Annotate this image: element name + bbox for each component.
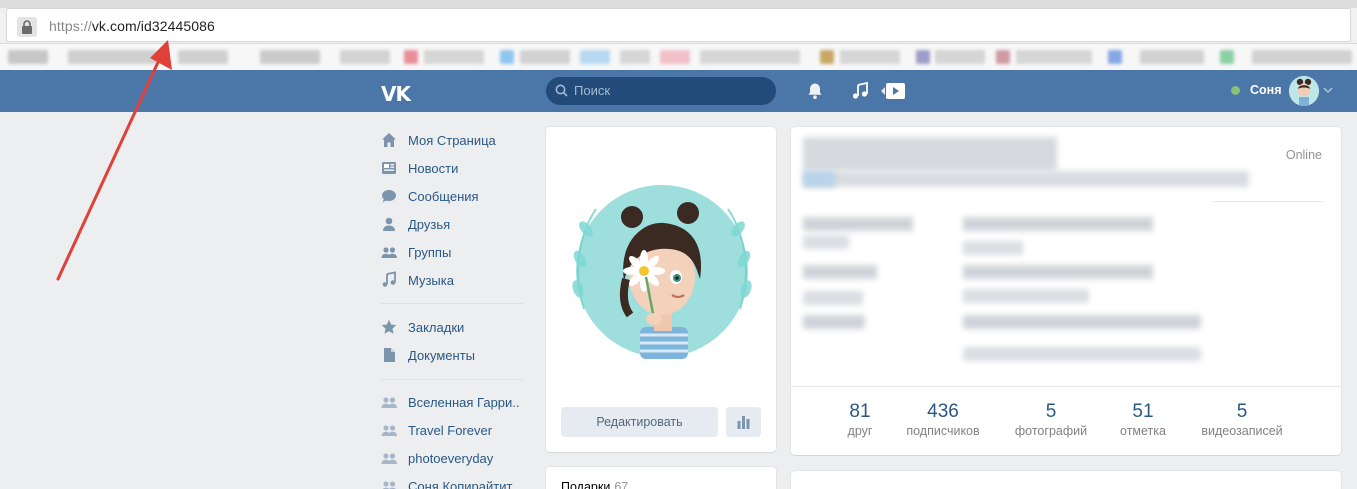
sidebar-item-my-page[interactable]: Моя Страница (380, 128, 530, 152)
counter-tags[interactable]: 51 отметка (1088, 401, 1198, 438)
wall-card (791, 471, 1341, 489)
online-indicator (1231, 86, 1240, 95)
home-icon (382, 133, 396, 147)
sidebar-item-label: Документы (408, 347, 476, 363)
messages-icon (382, 190, 396, 203)
blurred-info (963, 241, 1023, 255)
document-icon (384, 348, 395, 362)
stats-button[interactable] (726, 407, 761, 437)
music-icon (382, 271, 396, 287)
blurred-info (963, 217, 1153, 231)
gifts-header[interactable]: Подарки 67 (561, 480, 628, 489)
news-icon (382, 162, 396, 174)
friends-icon (383, 217, 395, 231)
browser-toolbar: https://vk.com/id32445086 (0, 0, 1357, 44)
blurred-status (803, 171, 1249, 187)
counter-videos[interactable]: 5 видеозаписей (1187, 401, 1297, 438)
counter-label: отметка (1120, 424, 1166, 438)
address-bar[interactable]: https://vk.com/id32445086 (6, 8, 1351, 42)
bookmarks-bar (0, 44, 1357, 70)
sidebar-item-music[interactable]: Музыка (380, 268, 530, 292)
sidebar-item-group-copywriter[interactable]: Соня Копирайтит (380, 474, 530, 489)
music-note-icon[interactable] (850, 81, 870, 101)
gifts-count: 67 (614, 480, 629, 489)
url-text[interactable]: https://vk.com/id32445086 (49, 18, 215, 34)
sidebar-item-group-travel[interactable]: Travel Forever (380, 418, 530, 442)
sidebar-item-group-harry[interactable]: Вселенная Гарри.. (380, 390, 530, 414)
counter-number: 51 (1132, 401, 1154, 422)
online-status: Online (1285, 148, 1322, 162)
blurred-info (963, 347, 1201, 361)
url-protocol: https:// (49, 18, 92, 34)
info-divider (1213, 201, 1323, 202)
sidebar-item-bookmarks[interactable]: Закладки (380, 315, 530, 339)
search-placeholder: Поиск (574, 83, 611, 98)
sidebar-item-documents[interactable]: Документы (380, 343, 530, 367)
sidebar-item-label: Моя Страница (408, 132, 496, 148)
blurred-info (963, 315, 1201, 329)
header-user-name[interactable]: Соня (1250, 83, 1282, 97)
bell-icon[interactable] (805, 81, 825, 101)
counter-label: подписчиков (906, 424, 980, 438)
search-icon (555, 84, 568, 97)
gifts-card: Подарки 67 (546, 467, 776, 489)
group-icon (381, 397, 397, 408)
sidebar-item-label: Сообщения (408, 188, 479, 204)
counter-number: 436 (927, 401, 959, 422)
search-input[interactable]: Поиск (546, 77, 776, 105)
chevron-down-icon[interactable] (1323, 85, 1333, 95)
counter-number: 5 (1236, 401, 1248, 422)
tab-strip (0, 0, 1357, 8)
sidebar-divider (380, 303, 524, 304)
profile-photo[interactable] (564, 169, 760, 365)
profile-info-card: Online 81 друг 436 подписчиков 5 фотографий… (791, 127, 1341, 455)
vk-header: VK Поиск Соня (0, 70, 1357, 112)
counters-divider (791, 386, 1341, 387)
sidebar-divider (380, 379, 524, 380)
star-icon (381, 319, 397, 334)
sidebar-item-group-photo[interactable]: photoeveryday (380, 446, 530, 470)
profile-photo-card: Редактировать (546, 127, 776, 452)
avatar[interactable] (1289, 76, 1319, 106)
url-path: vk.com/id32445086 (91, 18, 215, 34)
sidebar-item-label: Travel Forever (408, 422, 493, 438)
blurred-info (963, 289, 1089, 303)
blurred-info (803, 265, 877, 279)
blurred-status-link (803, 171, 835, 187)
sidebar-item-label: Закладки (408, 319, 465, 335)
blurred-info (803, 235, 849, 249)
sidebar-item-friends[interactable]: Друзья (380, 212, 530, 236)
sidebar-item-label: Группы (408, 244, 452, 260)
group-icon (382, 481, 396, 489)
group-icon (381, 453, 397, 464)
counter-followers[interactable]: 436 подписчиков (888, 401, 998, 438)
sidebar-item-groups[interactable]: Группы (380, 240, 530, 264)
edit-profile-button[interactable]: Редактировать (561, 407, 718, 437)
sidebar-item-label: Музыка (408, 272, 454, 288)
bar-chart-icon (737, 416, 750, 429)
blurred-info (803, 217, 913, 231)
blurred-name (803, 137, 1057, 171)
groups-icon (381, 247, 397, 258)
sidebar-item-label: Друзья (408, 216, 451, 232)
sidebar-item-label: Новости (408, 160, 459, 176)
vk-logo[interactable]: VK (381, 82, 411, 106)
sidebar-item-news[interactable]: Новости (380, 156, 530, 180)
counter-label: видеозаписей (1201, 424, 1283, 438)
sidebar-item-label: photoeveryday (408, 450, 494, 466)
blurred-info (963, 265, 1153, 279)
group-icon (381, 425, 397, 436)
lock-icon[interactable] (17, 17, 37, 37)
gifts-label: Подарки (561, 480, 611, 489)
sidebar-item-label: Вселенная Гарри.. (408, 394, 520, 410)
play-icon[interactable] (880, 81, 906, 101)
blurred-info (803, 291, 863, 305)
blurred-info (803, 315, 865, 329)
sidebar-item-label: Соня Копирайтит (408, 478, 513, 489)
sidebar-item-messages[interactable]: Сообщения (380, 184, 530, 208)
